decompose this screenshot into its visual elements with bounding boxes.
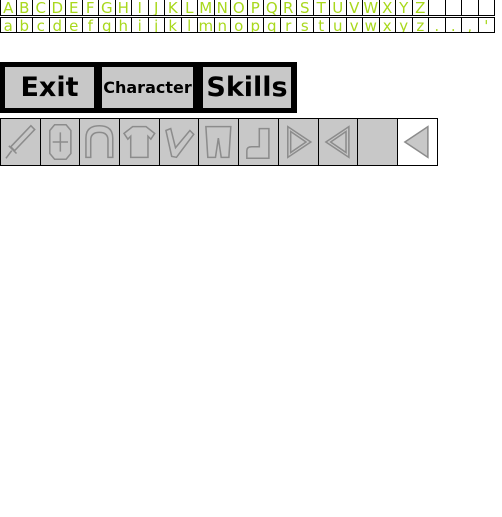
glyph-cell: W xyxy=(363,0,380,16)
glyph-cell: Y xyxy=(396,0,413,16)
helmet-icon xyxy=(85,124,114,159)
glyph-cell: O xyxy=(231,0,248,16)
glyph-cell: E xyxy=(66,0,83,16)
body-armor-slot[interactable] xyxy=(119,118,160,166)
glyph-cell: H xyxy=(115,0,132,16)
glyph-cell: J xyxy=(148,0,165,16)
glyph-cell: S xyxy=(297,0,314,16)
glyph-cell: ' xyxy=(478,17,495,33)
glyph-cell: I xyxy=(132,0,149,16)
glyph-cell: V xyxy=(346,0,363,16)
arrow-left-icon xyxy=(324,125,350,159)
arrow-right-icon xyxy=(286,125,312,159)
glyph-cell: o xyxy=(231,17,248,33)
glyph-cell xyxy=(478,0,495,16)
glyph-cell: e xyxy=(66,17,83,33)
skills-button[interactable]: Skills xyxy=(203,67,291,108)
exit-button[interactable]: Exit xyxy=(5,67,94,108)
menu-bar: Exit Character Skills xyxy=(0,62,297,113)
glyph-cell: m xyxy=(198,17,215,33)
glyph-cell: l xyxy=(181,17,198,33)
sword-icon xyxy=(5,124,36,159)
glyph-cell: r xyxy=(280,17,297,33)
gloves-slot[interactable] xyxy=(158,118,200,166)
glyph-cell: p xyxy=(247,17,264,33)
next-arrow-slot[interactable] xyxy=(277,118,319,166)
glyph-cell: z xyxy=(412,17,429,33)
glyph-cell xyxy=(445,0,462,16)
glyph-cell: R xyxy=(280,0,297,16)
gauntlet-icon xyxy=(164,127,195,159)
selected-arrow-slot[interactable] xyxy=(396,118,438,166)
glyph-cell: u xyxy=(330,17,347,33)
glyph-cell: N xyxy=(214,0,231,16)
glyph-cell: j xyxy=(148,17,165,33)
weapon-slot[interactable] xyxy=(0,118,41,166)
glyph-cell: g xyxy=(99,17,116,33)
arrow-left-icon xyxy=(403,125,429,159)
glyph-cell: D xyxy=(49,0,66,16)
glyph-cell: C xyxy=(33,0,50,16)
glyph-cell: n xyxy=(214,17,231,33)
glyph-cell: . xyxy=(429,17,446,33)
shield-icon xyxy=(48,123,72,161)
character-button[interactable]: Character xyxy=(102,67,193,108)
glyph-cell: . xyxy=(445,17,462,33)
glyph-row-lowercase: a b c d e f g h i j k l m n o p q r s t u v w x y z.., ' xyxy=(0,17,495,34)
glyph-cell: y xyxy=(396,17,413,33)
glyph-cell: B xyxy=(16,0,33,16)
boot-icon xyxy=(246,127,270,160)
glyph-cell: k xyxy=(165,17,182,33)
glyph-cell: U xyxy=(330,0,347,16)
glyph-cell: c xyxy=(33,17,50,33)
glyph-cell: x xyxy=(379,17,396,33)
glyph-cell: b xyxy=(16,17,33,33)
glyph-cell: w xyxy=(363,17,380,33)
glyph-cell: Q xyxy=(264,0,281,16)
empty-slot[interactable] xyxy=(357,118,398,166)
glyph-cell: G xyxy=(99,0,116,16)
shield-slot[interactable] xyxy=(39,118,81,166)
glyph-cell: M xyxy=(198,0,215,16)
glyph-cell xyxy=(462,0,479,16)
glyph-cell: P xyxy=(247,0,264,16)
glyph-cell: X xyxy=(379,0,396,16)
glyph-cell: T xyxy=(313,0,330,16)
legs-slot[interactable] xyxy=(198,118,240,166)
glyph-cell: f xyxy=(82,17,99,33)
helmet-slot[interactable] xyxy=(79,118,121,166)
glyph-cell xyxy=(429,0,446,16)
glyph-cell: F xyxy=(82,0,99,16)
glyph-cell: d xyxy=(49,17,66,33)
glyph-cell: q xyxy=(264,17,281,33)
glyph-cell: L xyxy=(181,0,198,16)
boots-slot[interactable] xyxy=(238,118,279,166)
glyph-cell: , xyxy=(462,17,479,33)
glyph-cell: s xyxy=(297,17,314,33)
glyph-cell: v xyxy=(346,17,363,33)
glyph-cell: h xyxy=(115,17,132,33)
equipment-slot-bar xyxy=(0,118,438,166)
prev-arrow-slot[interactable] xyxy=(317,118,359,166)
glyph-cell: i xyxy=(132,17,149,33)
leggings-icon xyxy=(205,125,233,159)
glyph-cell: Z xyxy=(412,0,429,16)
glyph-cell: A xyxy=(0,0,17,16)
glyph-row-uppercase: ABCDEFGHIJKLMNOPQRSTUVWXYZ xyxy=(0,0,495,17)
armor-icon xyxy=(123,125,156,159)
glyph-cell: K xyxy=(165,0,182,16)
glyph-cell: t xyxy=(313,17,330,33)
glyph-cell: a xyxy=(0,17,17,33)
